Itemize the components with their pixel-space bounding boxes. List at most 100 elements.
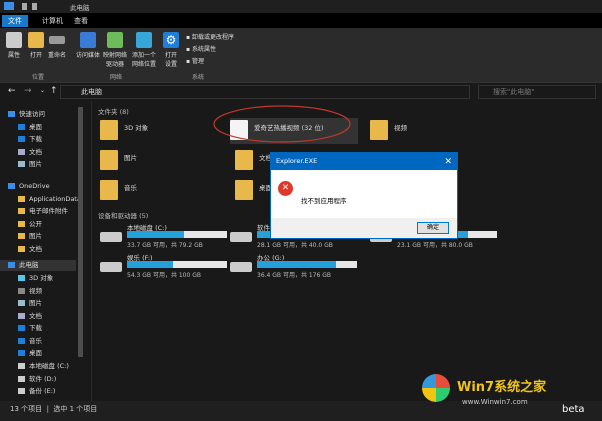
address-path: 此电脑 <box>81 88 102 96</box>
folder-icon <box>100 120 118 140</box>
folder-icon <box>370 120 388 140</box>
close-icon[interactable]: ✕ <box>444 154 452 171</box>
button-label: 属性 <box>7 52 20 59</box>
search-placeholder: 搜索"此电脑" <box>493 88 535 96</box>
button-label: 管理 <box>191 58 204 65</box>
gear-icon: ⚙ <box>163 32 179 48</box>
sidebar-item[interactable]: 图片 <box>18 159 42 170</box>
properties-button[interactable]: 属性 <box>6 32 22 59</box>
folder-label: 3D 对象 <box>124 124 149 132</box>
drive-icon <box>230 232 252 242</box>
sidebar-label: 本地磁盘 (C:) <box>29 362 69 370</box>
sidebar-item[interactable]: 软件 (D:) <box>18 374 56 385</box>
dialog-message: 找不到应用程序 <box>301 197 347 205</box>
windows-logo <box>422 374 450 402</box>
quick-access-properties-icon[interactable] <box>22 3 27 10</box>
sidebar-item-quick-access[interactable]: 快速访问 <box>8 109 45 120</box>
drive-item[interactable]: 本地磁盘 (C:) 33.7 GB 可用，共 79.2 GB <box>100 222 240 250</box>
map-drive-button[interactable]: 映射网络驱动器 <box>102 32 128 68</box>
drive-capacity: 23.1 GB 可用，共 80.0 GB <box>397 242 473 249</box>
sidebar-item[interactable]: 图片 <box>18 298 42 309</box>
quick-access-newfolder-icon[interactable] <box>32 3 37 10</box>
sidebar-item[interactable]: 文档 <box>18 147 42 158</box>
folder-label: 音乐 <box>124 184 137 192</box>
selected-count: 选中 1 个项目 <box>53 405 98 413</box>
sidebar-label: 视频 <box>29 287 42 295</box>
folder-item[interactable]: 3D 对象 <box>100 118 220 144</box>
sidebar-item[interactable]: 下载 <box>18 323 42 334</box>
drive-item[interactable]: 办公 (G:) 36.4 GB 可用，共 176 GB <box>230 252 370 280</box>
drive-usage-bar <box>127 231 227 238</box>
tab-view[interactable]: 查看 <box>68 15 94 27</box>
add-network-location-button[interactable]: 添加一个网络位置 <box>130 32 158 68</box>
sidebar-label: 软件 (D:) <box>29 375 57 383</box>
sidebar-item[interactable]: 公开 <box>18 219 42 230</box>
item-count: 13 个项目 <box>10 405 43 413</box>
uninstall-button[interactable]: ▪ 卸载或更改程序 <box>186 32 234 41</box>
folder-label: 图片 <box>124 154 137 162</box>
sidebar-item-this-pc[interactable]: 此电脑 <box>0 260 76 271</box>
error-icon: ✕ <box>278 181 293 196</box>
folder-item[interactable]: 图片 <box>100 148 220 174</box>
folder-item[interactable]: 视频 <box>370 118 490 144</box>
drive-usage-bar <box>257 261 357 268</box>
sidebar-item-onedrive[interactable]: OneDrive <box>8 181 50 192</box>
watermark-url: www.Winwin7.com <box>462 398 528 406</box>
error-dialog: Explorer.EXE ✕ ✕ 找不到应用程序 确定 <box>270 152 458 239</box>
drive-icon <box>100 262 122 272</box>
sidebar-item[interactable]: 桌面 <box>18 122 42 133</box>
sidebar-label: 图片 <box>29 299 42 307</box>
folder-icon <box>100 180 118 200</box>
sidebar-item[interactable]: 3D 对象 <box>18 273 53 284</box>
drive-icon <box>230 262 252 272</box>
search-input[interactable]: 搜索"此电脑" <box>478 85 596 99</box>
drive-usage-fill <box>127 261 173 268</box>
sidebar-label: 图片 <box>29 160 42 168</box>
sidebar-item[interactable]: 桌面 <box>18 348 42 359</box>
button-label: 重命名 <box>48 52 67 59</box>
ok-button[interactable]: 确定 <box>417 222 449 234</box>
sidebar-label: 下载 <box>29 135 42 143</box>
sidebar-label: 快速访问 <box>19 110 45 118</box>
open-settings-button[interactable]: ⚙ 打开设置 <box>163 32 179 68</box>
drive-item[interactable]: 娱乐 (F:) 54.3 GB 可用，共 100 GB <box>100 252 240 280</box>
tab-file[interactable]: 文件 <box>2 15 28 27</box>
sidebar-scrollbar[interactable] <box>78 107 83 357</box>
tab-computer[interactable]: 计算机 <box>36 15 69 27</box>
folder-item[interactable]: 音乐 <box>100 178 220 204</box>
sidebar-label: 备份 (E:) <box>29 387 56 395</box>
title-bar: 此电脑 <box>0 0 602 13</box>
sidebar-item[interactable]: ApplicationData <box>18 194 81 205</box>
recent-dropdown[interactable]: ⌄ <box>40 87 45 94</box>
manage-button[interactable]: ▪ 管理 <box>186 56 204 65</box>
app-icon <box>4 2 14 10</box>
open-button[interactable]: 打开 <box>28 32 44 59</box>
sidebar-item[interactable]: 下载 <box>18 134 42 145</box>
ribbon: 属性 打开 重命名 访问媒体 映射网络驱动器 添加一个网络位置 ⚙ 打开设置 ▪ … <box>0 28 602 83</box>
folder-label: 视频 <box>394 124 407 132</box>
rename-button[interactable]: 重命名 <box>48 32 66 59</box>
access-media-button[interactable]: 访问媒体 <box>76 32 100 59</box>
folder-icon <box>28 32 44 48</box>
red-annotation-ellipse <box>213 105 351 143</box>
system-properties-button[interactable]: ▪ 系统属性 <box>186 44 216 53</box>
sidebar-item[interactable]: 电子邮件附件 <box>18 206 68 217</box>
address-input[interactable]: 此电脑 <box>60 85 470 99</box>
sidebar-label: 图片 <box>29 232 42 240</box>
drive-usage-fill <box>127 231 184 238</box>
button-label: 打开 <box>29 52 42 59</box>
sidebar-item[interactable]: 备份 (E:) <box>18 386 55 397</box>
back-button[interactable]: ← <box>8 86 16 96</box>
drives-header: 设备和驱动器 (5) <box>98 212 149 220</box>
sidebar-item[interactable]: 视频 <box>18 286 42 297</box>
watermark-brand: Win7系统之家 <box>457 380 547 395</box>
sidebar-label: 此电脑 <box>19 261 39 269</box>
folder-icon <box>100 150 118 170</box>
forward-button[interactable]: → <box>24 86 32 96</box>
sidebar-item[interactable]: 文档 <box>18 244 42 255</box>
sidebar-item[interactable]: 本地磁盘 (C:) <box>18 361 69 372</box>
up-button[interactable]: ↑ <box>50 86 58 96</box>
sidebar-item[interactable]: 图片 <box>18 231 42 242</box>
sidebar-item[interactable]: 文档 <box>18 311 42 322</box>
sidebar-item[interactable]: 音乐 <box>18 336 42 347</box>
